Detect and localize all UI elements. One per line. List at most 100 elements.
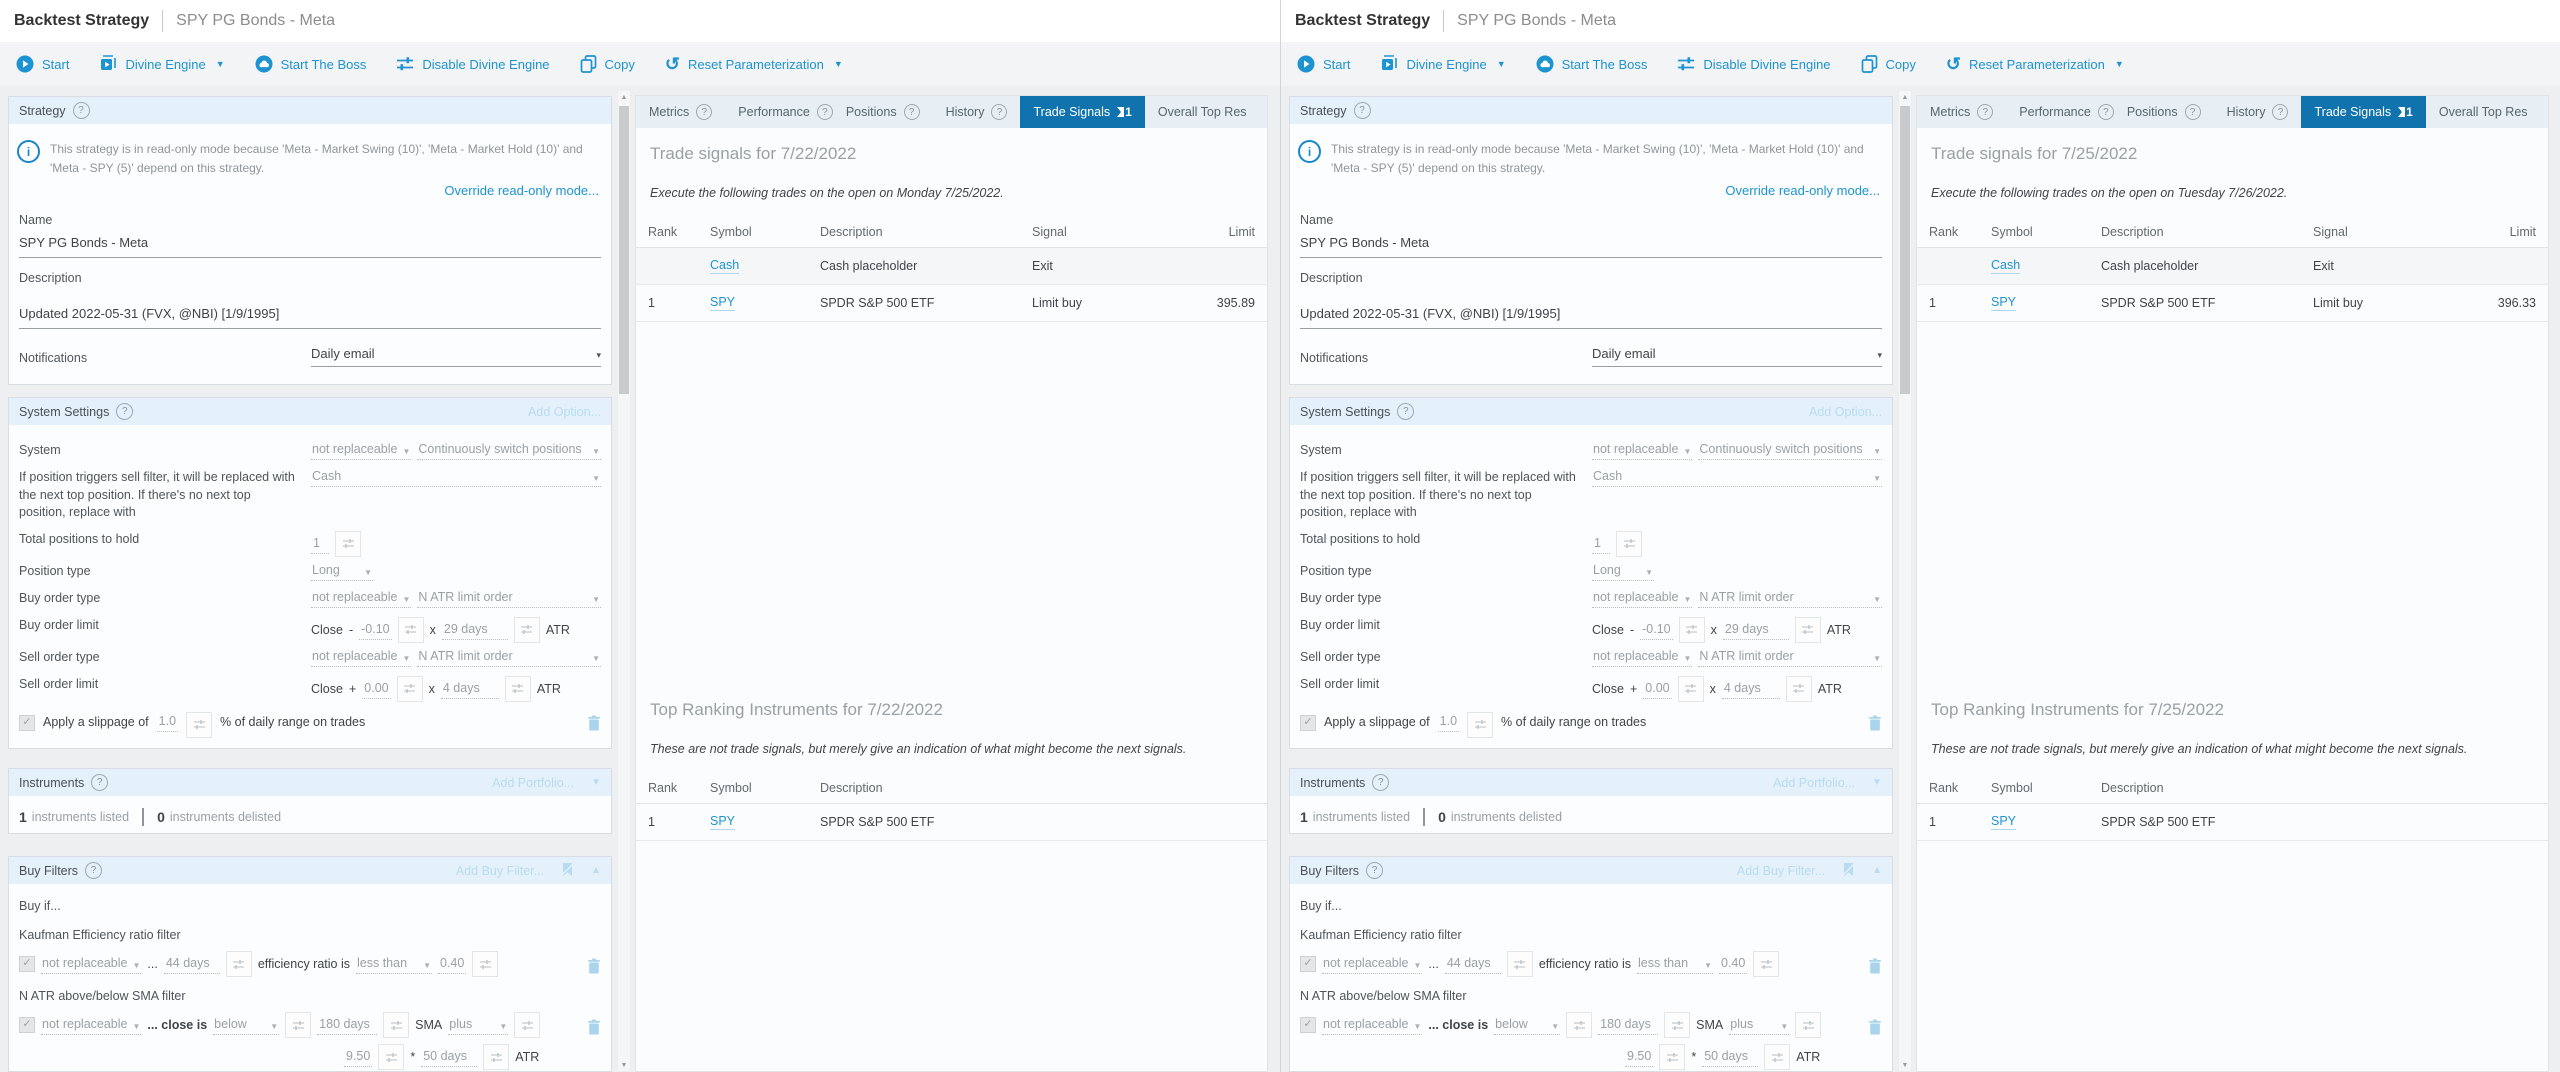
kaufman-replaceable-checkbox[interactable]	[1300, 956, 1316, 972]
override-readonly-link[interactable]: Override read-only mode...	[444, 183, 599, 198]
add-buy-filter-link[interactable]: Add Buy Filter...	[456, 864, 544, 878]
help-icon[interactable]: ?	[1372, 774, 1389, 791]
sell-limit-days-input[interactable]: 4 days	[441, 681, 499, 699]
natr-replaceable-checkbox[interactable]	[19, 1017, 35, 1033]
sell-order-replaceable-dropdown[interactable]: not replaceable▼	[311, 649, 411, 667]
parameterize-button[interactable]	[505, 676, 531, 702]
tab-history[interactable]: History ?	[933, 96, 1021, 128]
slippage-input[interactable]: 1.0	[157, 714, 178, 732]
scrollbar-thumb[interactable]	[619, 106, 629, 394]
parameterize-button[interactable]	[1753, 951, 1779, 977]
slippage-checkbox[interactable]	[19, 715, 35, 731]
help-icon[interactable]: ?	[91, 774, 108, 791]
help-icon[interactable]: ?	[1366, 862, 1383, 879]
parameterize-button[interactable]	[1795, 1012, 1821, 1038]
sell-order-type-dropdown[interactable]: N ATR limit order▼	[417, 649, 601, 667]
strategy-column-scrollbar[interactable]: ▲ ▼	[617, 90, 631, 1072]
spy-symbol-link[interactable]: SPY	[1991, 814, 2016, 830]
parameterize-button[interactable]	[1786, 676, 1812, 702]
help-icon[interactable]: ?	[73, 102, 90, 119]
spy-symbol-link[interactable]: SPY	[710, 814, 735, 830]
cash-symbol-link[interactable]: Cash	[1991, 258, 2020, 274]
help-icon[interactable]: ?	[2185, 104, 2201, 120]
sell-limit-days-input[interactable]: 4 days	[1722, 681, 1780, 699]
parameterize-button[interactable]	[378, 1044, 404, 1070]
kaufman-comparator-dropdown[interactable]: less than▼	[356, 956, 432, 974]
parameterize-button[interactable]	[514, 617, 540, 643]
bookmark-icon[interactable]	[1842, 862, 1855, 880]
chevron-down-icon[interactable]: ▼	[1872, 777, 1882, 788]
scroll-up-arrow[interactable]: ▲	[618, 91, 630, 103]
cash-symbol-link[interactable]: Cash	[710, 258, 739, 274]
divine-engine-button[interactable]: Divine Engine ▼	[1380, 55, 1505, 73]
reset-parameterization-button[interactable]: ↺ Reset Parameterization ▼	[665, 57, 843, 72]
parameterize-button[interactable]	[1678, 676, 1704, 702]
parameterize-button[interactable]	[1664, 1012, 1690, 1038]
buy-order-type-dropdown[interactable]: N ATR limit order▼	[1698, 590, 1882, 608]
sell-limit-offset-input[interactable]: 0.00	[362, 681, 390, 699]
natr-op-dropdown[interactable]: plus▼	[448, 1017, 508, 1035]
help-icon[interactable]: ?	[2098, 104, 2114, 120]
help-icon[interactable]: ?	[1977, 104, 1993, 120]
help-icon[interactable]: ?	[116, 403, 133, 420]
scrollbar-thumb[interactable]	[1900, 106, 1910, 394]
natr-days-input[interactable]: 180 days	[317, 1017, 377, 1035]
system-dropdown[interactable]: Continuously switch positions▼	[1698, 442, 1882, 460]
delete-natr-filter-button[interactable]	[1868, 1019, 1882, 1035]
position-type-dropdown[interactable]: Long▼	[1592, 563, 1654, 581]
parameterize-button[interactable]	[285, 1012, 311, 1038]
natr-replaceable-dropdown[interactable]: not replaceable▼	[1322, 1017, 1422, 1035]
help-icon[interactable]: ?	[2272, 104, 2288, 120]
divine-engine-button[interactable]: Divine Engine ▼	[99, 55, 224, 73]
help-icon[interactable]: ?	[85, 862, 102, 879]
parameterize-button[interactable]	[335, 531, 361, 557]
help-icon[interactable]: ?	[904, 104, 920, 120]
tab-positions[interactable]: Positions ?	[2114, 96, 2214, 128]
tab-metrics[interactable]: Metrics ?	[636, 96, 725, 128]
total-positions-input[interactable]: 1	[311, 536, 329, 554]
delete-kaufman-filter-button[interactable]	[587, 958, 601, 974]
chevron-up-icon[interactable]: ▲	[591, 865, 601, 876]
tab-performance[interactable]: Performance ?	[2006, 96, 2114, 128]
buy-limit-offset-input[interactable]: -0.10	[1640, 622, 1673, 640]
reset-parameterization-button[interactable]: ↺ Reset Parameterization ▼	[1946, 57, 2124, 72]
buy-limit-days-input[interactable]: 29 days	[442, 622, 508, 640]
parameterize-button[interactable]	[514, 1012, 540, 1038]
kaufman-replaceable-checkbox[interactable]	[19, 956, 35, 972]
natr-mult-input[interactable]: 9.50	[1625, 1049, 1653, 1067]
natr-direction-dropdown[interactable]: below▼	[213, 1017, 279, 1035]
disable-divine-engine-button[interactable]: Disable Divine Engine	[1677, 56, 1830, 72]
parameterize-button[interactable]	[1659, 1044, 1685, 1070]
buy-limit-offset-input[interactable]: -0.10	[359, 622, 392, 640]
disable-divine-engine-button[interactable]: Disable Divine Engine	[396, 56, 549, 72]
buy-limit-days-input[interactable]: 29 days	[1723, 622, 1789, 640]
description-field[interactable]: Updated 2022-05-31 (FVX, @NBI) [1/9/1995…	[19, 306, 601, 329]
spy-symbol-link[interactable]: SPY	[710, 295, 735, 311]
help-icon[interactable]: ?	[1397, 403, 1414, 420]
natr-mult-days-input[interactable]: 50 days	[421, 1049, 477, 1067]
buy-order-replaceable-dropdown[interactable]: not replaceable▼	[1592, 590, 1692, 608]
delete-kaufman-filter-button[interactable]	[1868, 958, 1882, 974]
start-button[interactable]: Start	[16, 55, 69, 73]
chevron-down-icon[interactable]: ▼	[591, 777, 601, 788]
position-type-dropdown[interactable]: Long▼	[311, 563, 373, 581]
tab-metrics[interactable]: Metrics ?	[1917, 96, 2006, 128]
natr-replaceable-dropdown[interactable]: not replaceable▼	[41, 1017, 141, 1035]
buy-order-type-dropdown[interactable]: N ATR limit order▼	[417, 590, 601, 608]
natr-op-dropdown[interactable]: plus▼	[1729, 1017, 1789, 1035]
parameterize-button[interactable]	[1616, 531, 1642, 557]
system-replaceable-dropdown[interactable]: not replaceable▼	[1592, 442, 1692, 460]
override-readonly-link[interactable]: Override read-only mode...	[1725, 183, 1880, 198]
delete-slippage-button[interactable]	[587, 715, 601, 731]
buy-order-replaceable-dropdown[interactable]: not replaceable▼	[311, 590, 411, 608]
kaufman-value-input[interactable]: 0.40	[1719, 956, 1747, 974]
copy-button[interactable]: Copy	[1861, 55, 1916, 73]
help-icon[interactable]: ?	[696, 104, 712, 120]
add-option-link[interactable]: Add Option...	[528, 405, 601, 419]
description-field[interactable]: Updated 2022-05-31 (FVX, @NBI) [1/9/1995…	[1300, 306, 1882, 329]
parameterize-button[interactable]	[383, 1012, 409, 1038]
parameterize-button[interactable]	[1764, 1044, 1790, 1070]
tab-trade-signals[interactable]: Trade Signals 1	[1020, 96, 1144, 128]
notifications-select[interactable]: Daily email ▾	[1592, 346, 1882, 367]
bookmark-icon[interactable]	[561, 862, 574, 880]
